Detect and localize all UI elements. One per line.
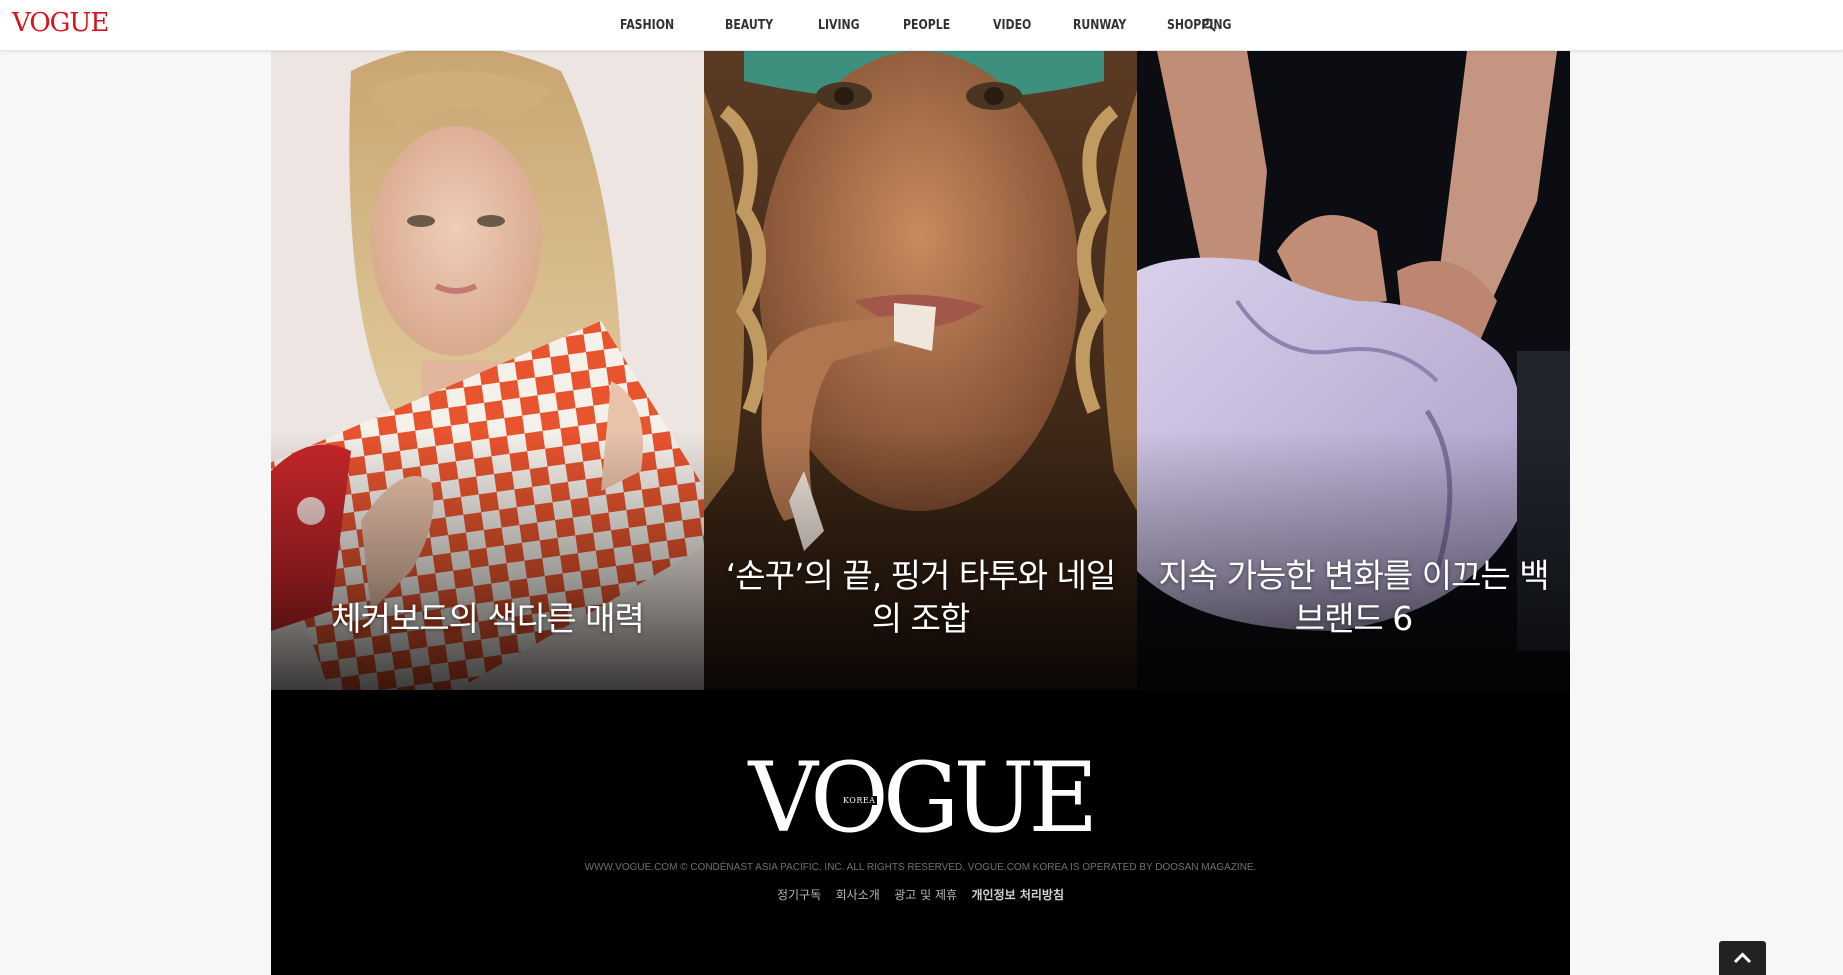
article-title[interactable]: 체커보드의 색다른 매력	[291, 597, 684, 640]
search-icon[interactable]	[1202, 18, 1216, 32]
article-card[interactable]: 체커보드의 색다른 매력	[271, 51, 704, 690]
article-title[interactable]: 지속 가능한 변화를 이끄는 백 브랜드 6	[1157, 554, 1550, 640]
footer-link-advertising[interactable]: 광고 및 제휴	[894, 886, 957, 903]
nav-people[interactable]: PEOPLE	[903, 18, 950, 33]
chevron-up-icon	[1733, 952, 1752, 964]
article-title[interactable]: ‘손꾸’의 끝, 핑거 타투와 네일의 조합	[724, 554, 1117, 640]
footer-link-privacy[interactable]: 개인정보 처리방침	[972, 886, 1065, 903]
footer-links: 정기구독 회사소개 광고 및 제휴 개인정보 처리방침	[271, 886, 1570, 904]
footer-link-subscribe[interactable]: 정기구독	[777, 886, 821, 903]
site-header: VOGUE FASHION BEAUTY LIVING PEOPLE VIDEO…	[0, 0, 1843, 51]
main-nav: FASHION BEAUTY LIVING PEOPLE VIDEO RUNWA…	[620, 0, 1272, 51]
footer-vogue-logo: VOGUE	[748, 742, 1098, 854]
article-card[interactable]: ‘손꾸’의 끝, 핑거 타투와 네일의 조합	[704, 51, 1137, 690]
article-card[interactable]: 지속 가능한 변화를 이끄는 백 브랜드 6	[1137, 51, 1570, 690]
nav-runway[interactable]: RUNWAY	[1073, 18, 1126, 33]
footer-link-about[interactable]: 회사소개	[836, 886, 880, 903]
copyright-text: WWW.VOGUE.COM © CONDÉNAST ASIA PACIFIC. …	[584, 862, 1257, 873]
nav-living[interactable]: LIVING	[818, 18, 860, 33]
nav-beauty[interactable]: BEAUTY	[725, 18, 774, 33]
vogue-logo[interactable]: VOGUE	[12, 6, 109, 40]
scroll-to-top-button[interactable]	[1719, 941, 1766, 975]
nav-shopping[interactable]: SHOPPING	[1167, 18, 1231, 33]
nav-fashion[interactable]: FASHION	[620, 18, 679, 33]
article-grid: 체커보드의 색다른 매력 ‘손꾸’의 끝, 핑거 타투와 네일의 조합 지속 가…	[271, 51, 1570, 690]
site-footer: VOGUE KOREA WWW.VOGUE.COM © CONDÉNAST AS…	[271, 690, 1570, 975]
nav-video[interactable]: VIDEO	[993, 18, 1031, 33]
title-overlay	[271, 430, 704, 690]
footer-logo-region: KOREA	[841, 796, 878, 805]
